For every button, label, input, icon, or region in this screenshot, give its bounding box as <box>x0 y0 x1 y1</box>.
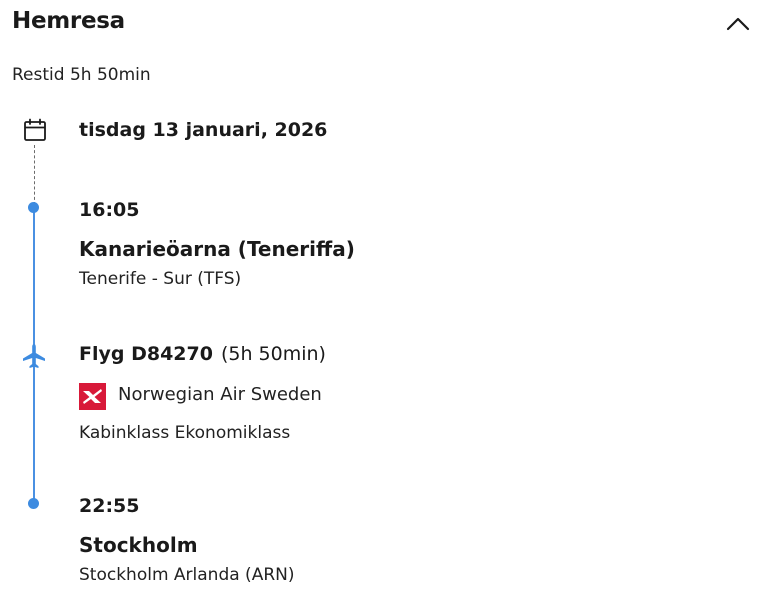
flight-info: Flyg D84270 (5h 50min) <box>79 343 326 365</box>
section-title: Hemresa <box>12 8 125 34</box>
departure-time: 16:05 <box>79 199 140 221</box>
arrival-time: 22:55 <box>79 495 140 517</box>
airline-name: Norwegian Air Sweden <box>118 384 322 405</box>
arrival-dot <box>28 498 39 509</box>
departure-airport: Tenerife - Sur (TFS) <box>79 269 242 289</box>
travel-time: Restid 5h 50min <box>12 65 151 85</box>
return-trip-header[interactable]: Hemresa <box>0 0 767 52</box>
flight-duration: (5h 50min) <box>220 343 326 365</box>
arrival-place: Stockholm <box>79 533 198 557</box>
departure-place: Kanarieöarna (Teneriffa) <box>79 237 355 261</box>
calendar-icon <box>23 118 47 142</box>
arrival-airport: Stockholm Arlanda (ARN) <box>79 565 295 585</box>
norwegian-logo <box>79 383 106 410</box>
cabin-class: Kabinklass Ekonomiklass <box>79 423 291 443</box>
timeline-dashed-connector <box>34 145 35 205</box>
chevron-up-icon[interactable] <box>722 8 754 40</box>
travel-date: tisdag 13 januari, 2026 <box>79 119 328 141</box>
flight-number: Flyg D84270 <box>79 343 213 365</box>
departure-dot <box>28 202 39 213</box>
airplane-icon <box>20 342 48 370</box>
